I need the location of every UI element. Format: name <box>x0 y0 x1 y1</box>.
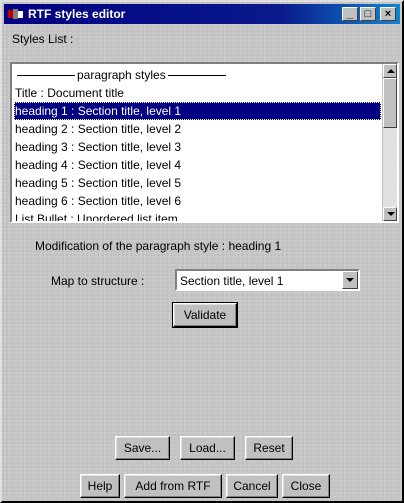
reset-button[interactable]: Reset <box>245 436 293 460</box>
styles-list-label: Styles List : <box>12 32 74 46</box>
minimize-icon: _ <box>346 8 354 20</box>
vertical-scrollbar[interactable] <box>382 64 397 221</box>
styles-listbox[interactable]: paragraph styles Title : Document title … <box>10 62 399 223</box>
maximize-icon: □ <box>364 8 372 20</box>
modification-label: Modification of the paragraph style : he… <box>35 239 282 253</box>
styles-list-items: paragraph styles Title : Document title … <box>14 66 381 221</box>
save-button[interactable]: Save... <box>115 436 170 460</box>
close-window-button[interactable]: × <box>380 7 396 21</box>
chevron-down-icon <box>346 278 354 282</box>
map-to-structure-label: Map to structure : <box>51 274 145 288</box>
validate-button[interactable]: Validate <box>172 302 238 328</box>
title-bar[interactable]: RTF styles editor _ □ × <box>4 4 400 24</box>
structure-dropdown-button[interactable] <box>342 271 358 289</box>
load-button[interactable]: Load... <box>180 436 235 460</box>
arrow-up-icon <box>387 69 395 73</box>
list-item-list-bullet[interactable]: List Bullet : Unordered list item <box>14 210 381 221</box>
minimize-button[interactable]: _ <box>342 7 358 21</box>
app-icon <box>8 9 23 19</box>
list-item-heading-2[interactable]: heading 2 : Section title, level 2 <box>14 120 381 138</box>
rtf-styles-editor-window: RTF styles editor _ □ × Styles List : pa… <box>0 0 404 503</box>
structure-select-value: Section title, level 1 <box>180 274 284 288</box>
list-item-title[interactable]: Title : Document title <box>14 84 381 102</box>
add-from-rtf-button[interactable]: Add from RTF <box>124 474 222 498</box>
window-title: RTF styles editor <box>28 7 126 21</box>
list-item-heading-6[interactable]: heading 6 : Section title, level 6 <box>14 192 381 210</box>
scroll-up-button[interactable] <box>383 64 397 78</box>
help-button[interactable]: Help <box>80 474 120 498</box>
list-item-heading-4[interactable]: heading 4 : Section title, level 4 <box>14 156 381 174</box>
list-item-heading-3[interactable]: heading 3 : Section title, level 3 <box>14 138 381 156</box>
cancel-button[interactable]: Cancel <box>226 474 278 498</box>
maximize-button[interactable]: □ <box>360 7 376 21</box>
arrow-down-icon <box>387 212 395 216</box>
structure-select[interactable]: Section title, level 1 <box>175 269 360 291</box>
close-button[interactable]: Close <box>282 474 330 498</box>
paragraph-styles-header: paragraph styles <box>14 66 381 84</box>
close-icon: × <box>384 8 392 20</box>
scroll-thumb[interactable] <box>383 78 397 128</box>
list-item-heading-5[interactable]: heading 5 : Section title, level 5 <box>14 174 381 192</box>
list-item-heading-1[interactable]: heading 1 : Section title, level 1 <box>14 102 381 120</box>
scroll-down-button[interactable] <box>383 207 397 221</box>
